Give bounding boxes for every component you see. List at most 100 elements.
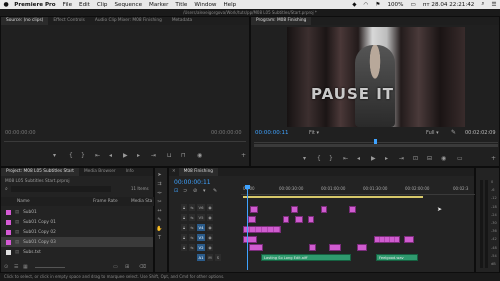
- menu-help[interactable]: Help: [220, 2, 240, 8]
- quality-dropdown[interactable]: Full ▾: [426, 130, 439, 136]
- go-to-out-icon[interactable]: ⇥: [151, 152, 156, 159]
- go-to-out-icon[interactable]: ⇥: [399, 155, 404, 162]
- linked-selection-icon[interactable]: ⊘: [193, 188, 197, 194]
- add-marker-icon[interactable]: ▾: [303, 155, 306, 162]
- selection-tool-icon[interactable]: ➤: [156, 172, 163, 179]
- list-item[interactable]: ▤ Sub01 Copy 01: [1, 217, 153, 227]
- toggle-output-icon[interactable]: ◉: [207, 234, 213, 241]
- tab-effect-controls[interactable]: Effect Controls: [48, 17, 90, 25]
- sync-lock-icon[interactable]: ⇆: [189, 234, 195, 241]
- work-area-bar[interactable]: [243, 196, 423, 198]
- dropbox-icon[interactable]: ◆: [349, 2, 360, 8]
- ripple-edit-tool-icon[interactable]: ⟛: [156, 190, 163, 197]
- add-marker-icon[interactable]: ▾: [203, 188, 206, 194]
- apple-menu-icon[interactable]: ●: [0, 1, 12, 8]
- wrench-icon[interactable]: ✎: [451, 129, 456, 136]
- column-media-start[interactable]: Media Sta: [131, 197, 152, 206]
- snap-icon[interactable]: ⊃: [183, 188, 187, 194]
- program-timecode[interactable]: 00:00:00:11: [255, 130, 289, 136]
- video-clip[interactable]: [295, 216, 303, 223]
- zoom-slider[interactable]: [35, 267, 65, 268]
- track-label-a1[interactable]: A1: [197, 254, 205, 261]
- project-search-icon[interactable]: ⌕: [5, 186, 8, 192]
- track-label-v2[interactable]: V2: [197, 244, 205, 251]
- lock-icon[interactable]: 🔒︎: [181, 214, 187, 221]
- insert-icon[interactable]: ⊔: [167, 152, 172, 159]
- lock-icon[interactable]: 🔒︎: [181, 204, 187, 211]
- video-clip[interactable]: [250, 206, 258, 213]
- video-clip[interactable]: [249, 244, 263, 251]
- icon-view-icon[interactable]: ▦: [23, 264, 28, 270]
- column-name[interactable]: Name: [17, 197, 30, 206]
- lock-icon[interactable]: 🔒︎: [181, 224, 187, 231]
- track-label-v3[interactable]: V3: [197, 234, 205, 241]
- sync-lock-icon[interactable]: ⇆: [189, 204, 195, 211]
- mark-in-icon[interactable]: {: [69, 152, 73, 159]
- step-back-icon[interactable]: ◂: [109, 152, 112, 159]
- tab-timeline[interactable]: M08 Finishing: [178, 168, 219, 176]
- wifi-icon[interactable]: ◠: [360, 2, 372, 8]
- razor-tool-icon[interactable]: ✂: [156, 199, 163, 206]
- extract-icon[interactable]: ⊟: [427, 155, 432, 162]
- toggle-output-icon[interactable]: ◉: [207, 224, 213, 231]
- pen-tool-icon[interactable]: ✎: [156, 217, 163, 224]
- lift-icon[interactable]: ⊡: [413, 155, 418, 162]
- list-item[interactable]: ▤ Sub01: [1, 207, 153, 217]
- video-clip[interactable]: [404, 236, 414, 243]
- video-clip[interactable]: [243, 226, 281, 233]
- new-bin-icon[interactable]: ▭: [113, 264, 118, 270]
- track-label-v5[interactable]: V5: [197, 214, 205, 221]
- step-back-icon[interactable]: ◂: [357, 155, 360, 162]
- menu-clip[interactable]: Clip: [93, 2, 111, 8]
- audio-clip-feelgood[interactable]: Feelgood.wav: [376, 254, 418, 261]
- toggle-output-icon[interactable]: ◉: [207, 214, 213, 221]
- list-item[interactable]: ▤ Sub01 Copy 02: [1, 227, 153, 237]
- flag-icon[interactable]: ⚑: [372, 2, 384, 8]
- mark-out-icon[interactable]: }: [329, 155, 333, 162]
- trash-icon[interactable]: ⌫: [139, 264, 146, 270]
- export-frame-icon[interactable]: ◉: [197, 152, 202, 159]
- menu-file[interactable]: File: [59, 2, 75, 8]
- export-frame-icon[interactable]: ◉: [441, 155, 446, 162]
- overwrite-icon[interactable]: ⊓: [181, 152, 186, 159]
- video-clip[interactable]: [291, 206, 298, 213]
- tab-info[interactable]: Info: [121, 168, 139, 176]
- video-clip[interactable]: [243, 236, 257, 243]
- add-button-icon[interactable]: +: [241, 152, 246, 159]
- close-icon[interactable]: ✕: [169, 168, 179, 176]
- sync-lock-icon[interactable]: ⇆: [189, 224, 195, 231]
- sync-lock-icon[interactable]: ⇆: [189, 214, 195, 221]
- step-forward-icon[interactable]: ▸: [137, 152, 140, 159]
- sync-lock-icon[interactable]: ⇆: [189, 244, 195, 251]
- go-to-in-icon[interactable]: ⇤: [343, 155, 348, 162]
- tab-media-browser[interactable]: Media Browser: [79, 168, 121, 176]
- new-item-icon[interactable]: ⊞: [125, 264, 129, 270]
- play-icon[interactable]: ▶: [123, 152, 128, 159]
- timeline-ruler[interactable]: 00:00 00:00:30:00 00:01:00:00 00:01:30:0…: [241, 185, 476, 195]
- menu-title[interactable]: Title: [172, 2, 191, 8]
- menu-marker[interactable]: Marker: [146, 2, 172, 8]
- hand-tool-icon[interactable]: ✋: [156, 226, 163, 233]
- list-item[interactable]: ▤ Subs.txt: [1, 247, 153, 257]
- menu-sequence[interactable]: Sequence: [111, 2, 146, 8]
- video-clip[interactable]: [357, 244, 367, 251]
- menu-premiere-pro[interactable]: Premiere Pro: [12, 2, 59, 8]
- tab-program[interactable]: Program: M08 Finishing: [251, 17, 312, 25]
- play-icon[interactable]: ▶: [371, 155, 376, 162]
- timeline-settings-icon[interactable]: ✎: [213, 188, 217, 194]
- toggle-output-icon[interactable]: ◉: [207, 244, 213, 251]
- slip-tool-icon[interactable]: ↔: [156, 208, 163, 215]
- list-item[interactable]: ▤ Sub01 Copy 03: [1, 237, 153, 247]
- step-forward-icon[interactable]: ▸: [385, 155, 388, 162]
- source-timecode-right[interactable]: 00:00:00:00: [211, 130, 242, 136]
- mark-out-icon[interactable]: }: [81, 152, 85, 159]
- search-icon[interactable]: ⌕: [478, 1, 488, 8]
- video-clip[interactable]: [248, 216, 256, 223]
- column-frame-rate[interactable]: Frame Rate: [93, 197, 118, 206]
- menu-icon[interactable]: ☰: [488, 2, 500, 8]
- solo-button[interactable]: S: [215, 254, 221, 261]
- toggle-output-icon[interactable]: ◉: [207, 204, 213, 211]
- lock-icon[interactable]: 🔒︎: [181, 234, 187, 241]
- tab-audio-clip-mixer[interactable]: Audio Clip Mixer: M08 Finishing: [90, 17, 167, 25]
- lock-icon[interactable]: 🔒︎: [181, 244, 187, 251]
